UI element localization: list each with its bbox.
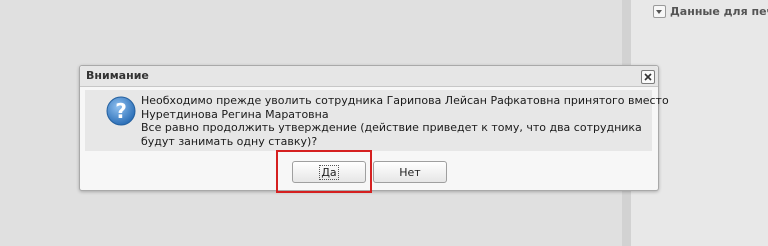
highlight-box [276, 150, 372, 193]
message-text: Необходимо прежде уволить сотрудника Гар… [141, 94, 669, 148]
question-mark-glyph: ? [115, 99, 127, 123]
message-line-2: Нуретдинова Регина Маратовна [141, 107, 329, 121]
dialog-header[interactable]: Внимание [80, 66, 658, 87]
close-icon[interactable] [641, 70, 655, 84]
message-line-4: будут занимать одну ставку)? [141, 134, 318, 148]
dialog-title: Внимание [86, 69, 149, 82]
message-line-1: Необходимо прежде уволить сотрудника Гар… [141, 94, 669, 107]
print-data-header[interactable]: Данные для печа [653, 5, 768, 18]
no-button[interactable]: Нет [373, 161, 447, 183]
print-data-title: Данные для печа [670, 5, 768, 18]
question-icon: ? [106, 96, 136, 126]
message-line-3: Все равно продолжить утверждение (действ… [141, 121, 642, 134]
chevron-down-icon[interactable] [653, 5, 666, 18]
message-area: ? Необходимо прежде уволить сотрудника Г… [85, 90, 669, 151]
